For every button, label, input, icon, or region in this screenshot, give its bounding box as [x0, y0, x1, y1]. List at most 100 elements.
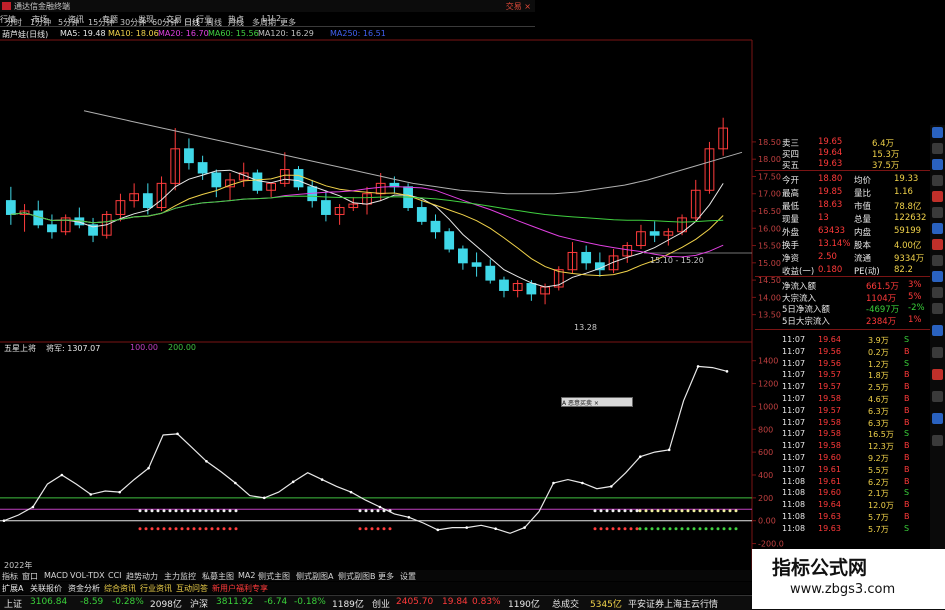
- info-tab[interactable]: 行业资讯: [140, 583, 172, 594]
- price-tick-label: 17.00: [758, 190, 781, 199]
- stat-value: 0.180: [818, 265, 843, 275]
- bottom-tab[interactable]: VOL-TDX: [70, 571, 105, 580]
- sidebar-icon[interactable]: [932, 127, 943, 138]
- bottom-tab[interactable]: 侧式副图B: [338, 571, 376, 582]
- stat-value: 18.63: [818, 200, 843, 210]
- candle: [444, 228, 455, 253]
- bottom-tab[interactable]: 趋势动力: [126, 571, 158, 582]
- info-tab[interactable]: 综合资讯: [104, 583, 136, 594]
- price-tick-label: 14.50: [758, 276, 781, 285]
- trade-volume: 9.2万: [868, 454, 889, 463]
- signal-dot: [382, 527, 386, 531]
- indicator-name[interactable]: 五星上将: [4, 343, 36, 354]
- index-name: 沪深: [190, 600, 209, 610]
- signal-dot: [635, 509, 639, 513]
- signal-dot: [668, 527, 672, 531]
- candle: [60, 214, 71, 236]
- candle-body: [581, 251, 592, 264]
- sidebar-icon[interactable]: [932, 239, 943, 250]
- indicator-line2: 200.00: [168, 343, 196, 352]
- sidebar-icon[interactable]: [932, 175, 943, 186]
- trade-price: 19.60: [818, 488, 841, 498]
- bottom-tab[interactable]: MACD: [44, 571, 68, 580]
- candle: [581, 245, 592, 270]
- sidebar-icon[interactable]: [932, 347, 943, 358]
- stat-label: 最高: [782, 189, 800, 199]
- sidebar-icon[interactable]: [932, 207, 943, 218]
- trade-price: 19.58: [818, 394, 841, 403]
- signal-dot: [370, 527, 374, 531]
- sidebar-icon[interactable]: [932, 271, 943, 282]
- bottom-tab[interactable]: 侧式副图A: [296, 571, 333, 582]
- sidebar-icon[interactable]: [932, 303, 943, 314]
- sidebar-icon[interactable]: [932, 413, 943, 424]
- trade-row: 11:08 19.61 6.2万 B: [782, 477, 930, 489]
- info-tab[interactable]: 关联报价: [30, 583, 62, 594]
- bottom-tab[interactable]: 侧式主图: [258, 571, 290, 582]
- price-axis: 18.50 18.00 17.50 17.00 16.50 16.00 15.50 15.00…: [752, 138, 781, 320]
- flow-value: 2384万: [866, 316, 897, 327]
- signal-dot: [156, 509, 160, 513]
- info-tab[interactable]: 新用户福利专享: [212, 583, 268, 594]
- signal-dot: [686, 527, 690, 531]
- price-tick-label: 15.50: [758, 242, 781, 251]
- indicator-point: [638, 455, 642, 459]
- bottom-tab[interactable]: 主力监控: [164, 571, 196, 582]
- trade-row: 11:07 19.64 3.9万 S: [782, 335, 930, 347]
- bottom-tab[interactable]: 更多: [378, 571, 394, 582]
- trade-price: 19.61: [818, 464, 841, 474]
- info-tab[interactable]: 互动问答: [176, 583, 208, 594]
- sidebar-icon[interactable]: [932, 223, 943, 234]
- sidebar-icon[interactable]: [932, 287, 943, 298]
- candle-body: [184, 148, 194, 164]
- candle: [416, 200, 427, 225]
- trade-time: 11:07: [782, 370, 806, 380]
- sidebar-icon[interactable]: [932, 191, 943, 202]
- bottom-tab[interactable]: 设置: [400, 571, 416, 582]
- signal-dot: [593, 509, 597, 513]
- info-tab[interactable]: 扩展A: [2, 583, 23, 594]
- flow-row: 5日大宗流入 2384万 1%: [782, 315, 922, 327]
- flow-label: 大宗流入: [782, 293, 817, 304]
- sidebar-icon[interactable]: [932, 391, 943, 402]
- signal-dot: [382, 509, 386, 513]
- sidebar-icon[interactable]: [932, 143, 943, 154]
- candle: [334, 204, 345, 225]
- indicator-tick-label: 1400: [758, 357, 778, 366]
- index-pct: -0.28%: [112, 597, 144, 607]
- stats-row: 现量 13 总量 122632: [782, 213, 926, 225]
- indicator-point: [262, 496, 266, 500]
- candle: [594, 252, 605, 277]
- divider: [755, 276, 930, 277]
- index-value: 3811.92: [216, 597, 254, 607]
- trade-side: B: [904, 382, 910, 392]
- trade-time: 11:07: [782, 358, 806, 368]
- signal-dot: [376, 509, 380, 513]
- bottom-tab[interactable]: CCI: [108, 571, 122, 580]
- sidebar-icon[interactable]: [932, 255, 943, 266]
- index-value: 3106.84: [30, 597, 68, 607]
- flow-label: 5日大宗流入: [782, 316, 830, 327]
- indicator-axis: 1400 1200 1000 800 600 400 200 0.00 -200.0: [752, 357, 784, 549]
- sidebar-icon[interactable]: [932, 159, 943, 170]
- tooltip-popup[interactable]: A 恶意买卖 ×: [561, 397, 633, 407]
- indicator-panel: [0, 365, 752, 534]
- trade-volume: 12.3万: [868, 442, 894, 452]
- indicator-tick-label: 0.00: [758, 517, 776, 526]
- index-pct: -0.18%: [294, 597, 326, 607]
- indicator-point: [725, 370, 729, 373]
- bottom-tab[interactable]: 窗口: [22, 571, 38, 582]
- sidebar-icon[interactable]: [932, 325, 943, 336]
- trade-volume: 5.7万: [868, 524, 889, 534]
- sidebar-icon[interactable]: [932, 369, 943, 380]
- info-tab[interactable]: 资金分析: [68, 583, 100, 594]
- trade-volume: 6.2万: [868, 477, 889, 487]
- signal-dot: [710, 527, 714, 531]
- signal-dot: [144, 509, 148, 513]
- bottom-tab[interactable]: 指标: [2, 571, 18, 582]
- bottom-tab[interactable]: MA2: [238, 571, 255, 580]
- bottom-tab[interactable]: 私募主图: [202, 571, 234, 582]
- sidebar-icon[interactable]: [932, 435, 943, 446]
- signal-dot: [370, 509, 374, 513]
- indicator-point: [234, 481, 237, 485]
